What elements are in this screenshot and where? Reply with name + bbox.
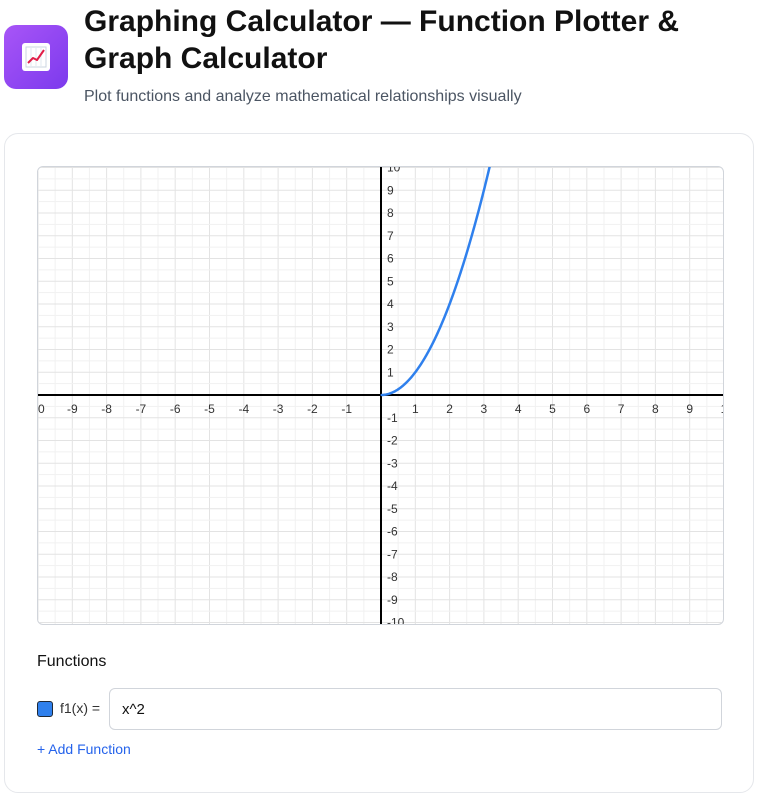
- y-tick-label: -1: [387, 411, 398, 425]
- y-tick-label: 3: [387, 320, 394, 334]
- y-tick-label: 6: [387, 252, 394, 266]
- x-tick-label: -3: [273, 402, 284, 416]
- y-tick-label: 4: [387, 297, 394, 311]
- page-subtitle: Plot functions and analyze mathematical …: [84, 88, 522, 105]
- x-tick-label: -9: [67, 402, 78, 416]
- x-tick-label: -6: [170, 402, 181, 416]
- x-tick-label: -8: [101, 402, 112, 416]
- y-tick-label: 5: [387, 274, 394, 288]
- app-icon: [4, 25, 68, 89]
- y-tick-label: -9: [387, 593, 398, 607]
- x-tick-label: -1: [341, 402, 352, 416]
- x-tick-label: 5: [549, 402, 556, 416]
- y-tick-label: -2: [387, 434, 398, 448]
- x-tick-label: 8: [652, 402, 659, 416]
- x-tick-label: 1: [412, 402, 419, 416]
- y-tick-label: -6: [387, 525, 398, 539]
- functions-heading: Functions: [37, 653, 107, 670]
- y-tick-label: -3: [387, 456, 398, 470]
- x-tick-label: 1: [721, 402, 723, 416]
- y-tick-label: 1: [387, 365, 394, 379]
- x-tick-label: 6: [583, 402, 590, 416]
- x-tick-label: -7: [136, 402, 147, 416]
- y-tick-label: 2: [387, 343, 394, 357]
- x-tick-label: -4: [238, 402, 249, 416]
- function-color-swatch[interactable]: [37, 701, 53, 717]
- x-tick-label: 7: [618, 402, 625, 416]
- y-tick-label: 10: [387, 167, 401, 175]
- y-tick-label: 8: [387, 206, 394, 220]
- y-tick-label: -4: [387, 479, 398, 493]
- y-tick-label: 7: [387, 229, 394, 243]
- x-tick-label: 4: [515, 402, 522, 416]
- x-tick-label: -2: [307, 402, 318, 416]
- page-title: Graphing Calculator — Function Plotter &…: [84, 5, 680, 75]
- y-tick-label: -7: [387, 547, 398, 561]
- x-tick-label: 9: [686, 402, 693, 416]
- y-tick-label: -8: [387, 570, 398, 584]
- function-expression-input[interactable]: [109, 688, 722, 730]
- y-tick-label: -10: [387, 616, 405, 625]
- x-tick-label: 3: [481, 402, 488, 416]
- function-label: f1(x) =: [60, 700, 101, 716]
- graph-canvas[interactable]: 10 -9 -8 -7 -6 -5 -4 -3 -2 -1 1 2 3 4 5 6 7 8 9 1 10 9 8 7 6 5 4 3 2…: [37, 166, 724, 625]
- x-tick-label: 2: [446, 402, 453, 416]
- chart-increasing-icon: [22, 43, 50, 71]
- graph-plot: 10 -9 -8 -7 -6 -5 -4 -3 -2 -1 1 2 3 4 5 6 7 8 9 1 10 9 8 7 6 5 4 3 2…: [38, 167, 723, 624]
- add-function-link[interactable]: + Add Function: [37, 741, 131, 757]
- x-tick-label: 10: [38, 402, 45, 416]
- x-tick-label: -5: [204, 402, 215, 416]
- y-tick-label: -5: [387, 502, 398, 516]
- y-tick-label: 9: [387, 183, 394, 197]
